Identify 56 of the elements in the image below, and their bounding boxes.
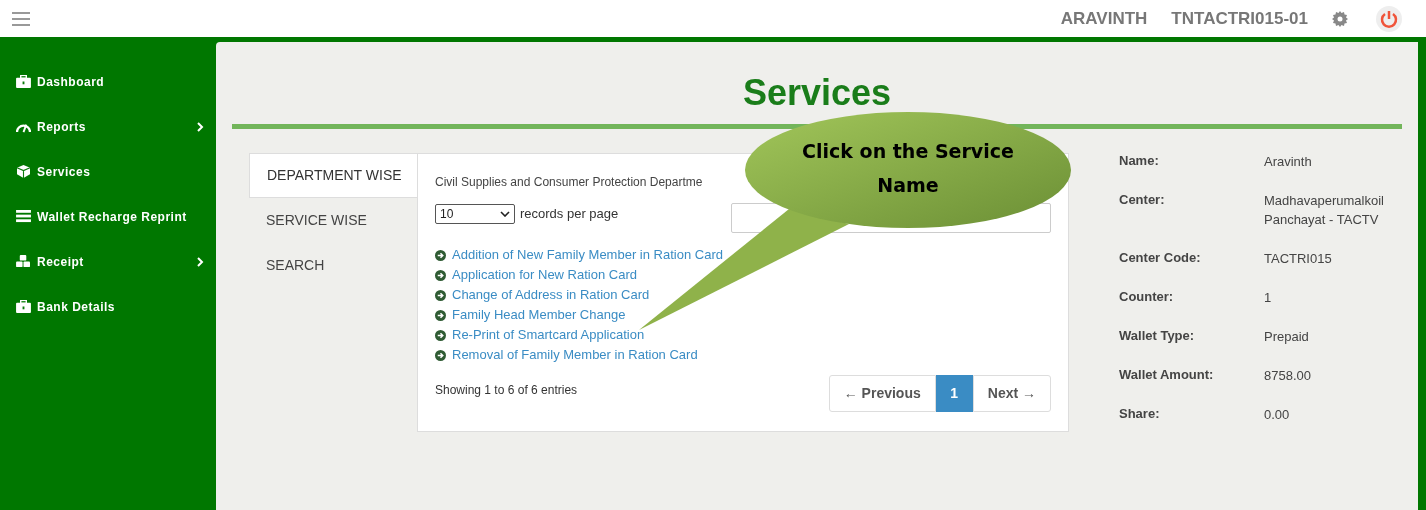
- arrow-circle-icon: [435, 289, 446, 301]
- chevron-down-icon: [500, 211, 510, 217]
- detail-label: Wallet Type:: [1119, 327, 1196, 345]
- page-title: Services: [741, 71, 893, 115]
- detail-label: Wallet Amount:: [1119, 366, 1215, 384]
- entries-info: Showing 1 to 6 of 6 entries: [435, 382, 578, 399]
- menu-icon[interactable]: [12, 11, 30, 26]
- detail-value: 8758.00: [1264, 367, 1312, 385]
- previous-button[interactable]: ← Previous: [828, 375, 936, 412]
- service-link[interactable]: Removal of Family Member in Ration Card: [452, 345, 698, 365]
- sidebar-item[interactable]: Wallet Recharge Reprint: [4, 194, 216, 239]
- department-name: Civil Supplies and Consumer Protection Departme: [435, 174, 703, 191]
- briefcase-icon: [16, 75, 31, 88]
- detail-value: 1: [1264, 289, 1273, 307]
- page-size-select[interactable]: 10: [435, 204, 515, 224]
- service-link[interactable]: Family Head Member Change: [452, 305, 626, 325]
- arrow-circle-icon: [435, 269, 446, 281]
- arrow-circle-icon: [435, 349, 446, 361]
- settings-icon[interactable]: [1332, 10, 1348, 27]
- detail-label: Counter:: [1119, 288, 1175, 306]
- arrow-circle-icon: [435, 329, 446, 341]
- power-button[interactable]: [1376, 5, 1402, 32]
- tab[interactable]: SEARCH: [249, 243, 417, 288]
- cube-icon: [16, 165, 31, 178]
- callout-text: Click on the Service Name: [801, 139, 1015, 198]
- detail-value: Madhavaperumalkoil Panchayat - TACTV: [1264, 192, 1382, 229]
- detail-value: Aravinth: [1264, 153, 1313, 171]
- terminal-id: TNTACTRI015-01: [1171, 7, 1308, 30]
- service-link[interactable]: Change of Address in Ration Card: [452, 285, 650, 305]
- detail-value: 0.00: [1264, 406, 1291, 424]
- detail-label: Center Code:: [1119, 249, 1202, 267]
- sidebar-item[interactable]: Services: [4, 149, 216, 194]
- page-size-label: records per page: [520, 205, 619, 224]
- sidebar-item[interactable]: Dashboard: [4, 59, 216, 104]
- list-icon: [16, 210, 31, 223]
- detail-label: Center:: [1119, 191, 1166, 209]
- service-link[interactable]: Re-Print of Smartcard Application: [452, 325, 645, 345]
- briefcase-icon: [16, 300, 31, 313]
- detail-value: TACTRI015: [1264, 250, 1333, 268]
- user-name: ARAVINTH: [1060, 7, 1148, 30]
- service-link[interactable]: Application for New Ration Card: [452, 265, 637, 285]
- tab[interactable]: SERVICE WISE: [249, 198, 417, 243]
- arrow-circle-icon: [435, 309, 446, 321]
- detail-label: Share:: [1119, 405, 1161, 423]
- detail-label: Name:: [1119, 152, 1160, 170]
- sidebar-item[interactable]: Reports: [4, 104, 216, 149]
- power-icon: [1380, 9, 1398, 28]
- cubes-icon: [16, 255, 31, 268]
- page-button[interactable]: 1: [935, 375, 973, 412]
- sidebar-item[interactable]: Receipt: [4, 239, 216, 284]
- arrow-circle-icon: [435, 249, 446, 261]
- tab[interactable]: DEPARTMENT WISE: [249, 153, 417, 198]
- service-link[interactable]: Addition of New Family Member in Ration Card: [452, 245, 723, 265]
- sidebar-item[interactable]: Bank Details: [4, 284, 216, 329]
- detail-value: Prepaid: [1264, 328, 1310, 346]
- next-button[interactable]: Next →: [972, 375, 1051, 412]
